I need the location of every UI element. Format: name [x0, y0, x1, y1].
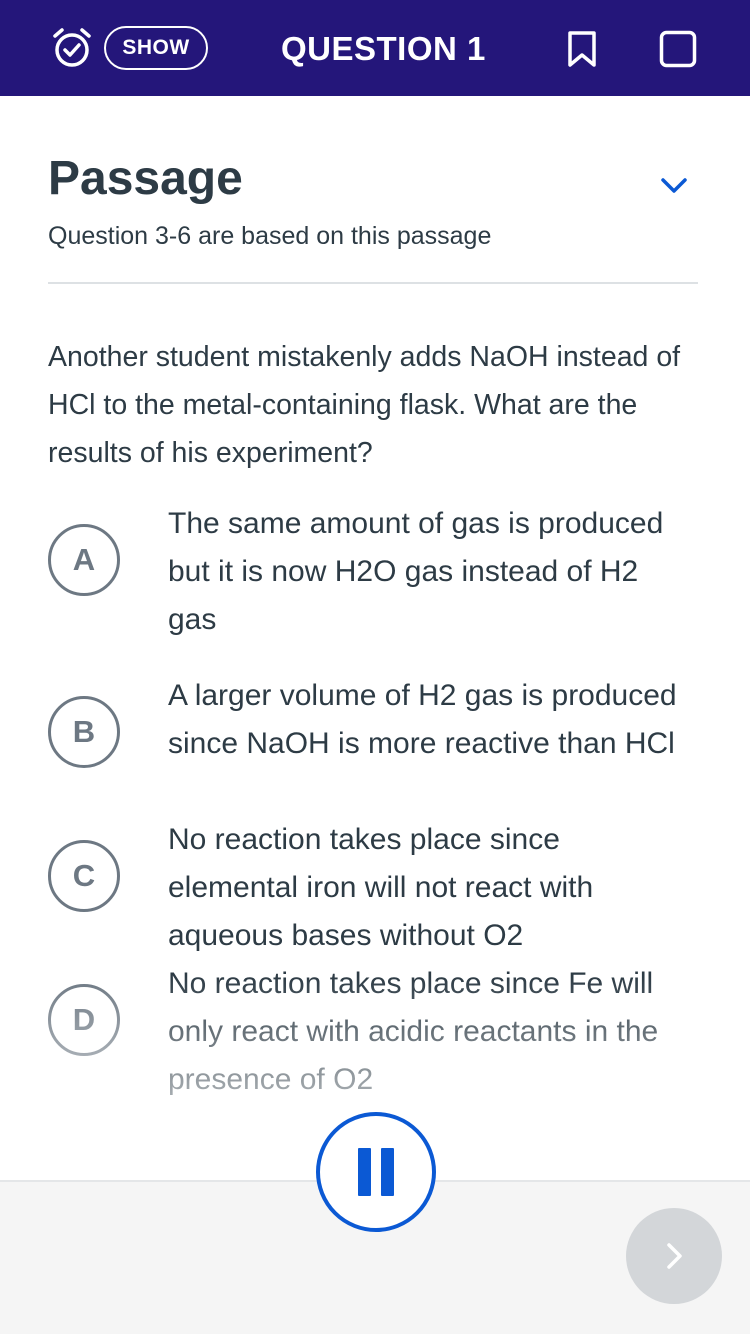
passage-subtitle: Question 3-6 are based on this passage [48, 222, 492, 250]
bookmark-icon[interactable] [566, 30, 598, 68]
pause-icon [358, 1148, 394, 1196]
chevron-down-icon[interactable] [660, 176, 688, 196]
option-text: No reaction takes place since elemental … [168, 823, 594, 952]
top-bar: SHOW QUESTION 1 [0, 0, 750, 96]
pause-button[interactable] [316, 1112, 436, 1232]
divider [48, 282, 698, 284]
question-stem: Another student mistakenly adds NaOH ins… [48, 341, 681, 469]
option-text: The same amount of gas is produced but i… [168, 507, 664, 636]
show-timer-button[interactable]: SHOW [104, 26, 208, 70]
checkbox-icon[interactable] [659, 30, 697, 68]
option-text: A larger volume of H2 gas is produced si… [168, 679, 677, 760]
option-letter: D [48, 984, 120, 1056]
option-text: No reaction takes place since Fe will on… [168, 967, 659, 1096]
question-content: Passage Question 3-6 are based on this p… [0, 96, 750, 1180]
option-letter: C [48, 840, 120, 912]
passage-title: Passage [48, 152, 243, 205]
option-letter: A [48, 524, 120, 596]
question-title: QUESTION 1 [281, 30, 486, 67]
chevron-right-icon [667, 1243, 682, 1269]
option-letter: B [48, 696, 120, 768]
next-button[interactable] [626, 1208, 722, 1304]
alarm-clock-icon[interactable] [51, 26, 93, 70]
